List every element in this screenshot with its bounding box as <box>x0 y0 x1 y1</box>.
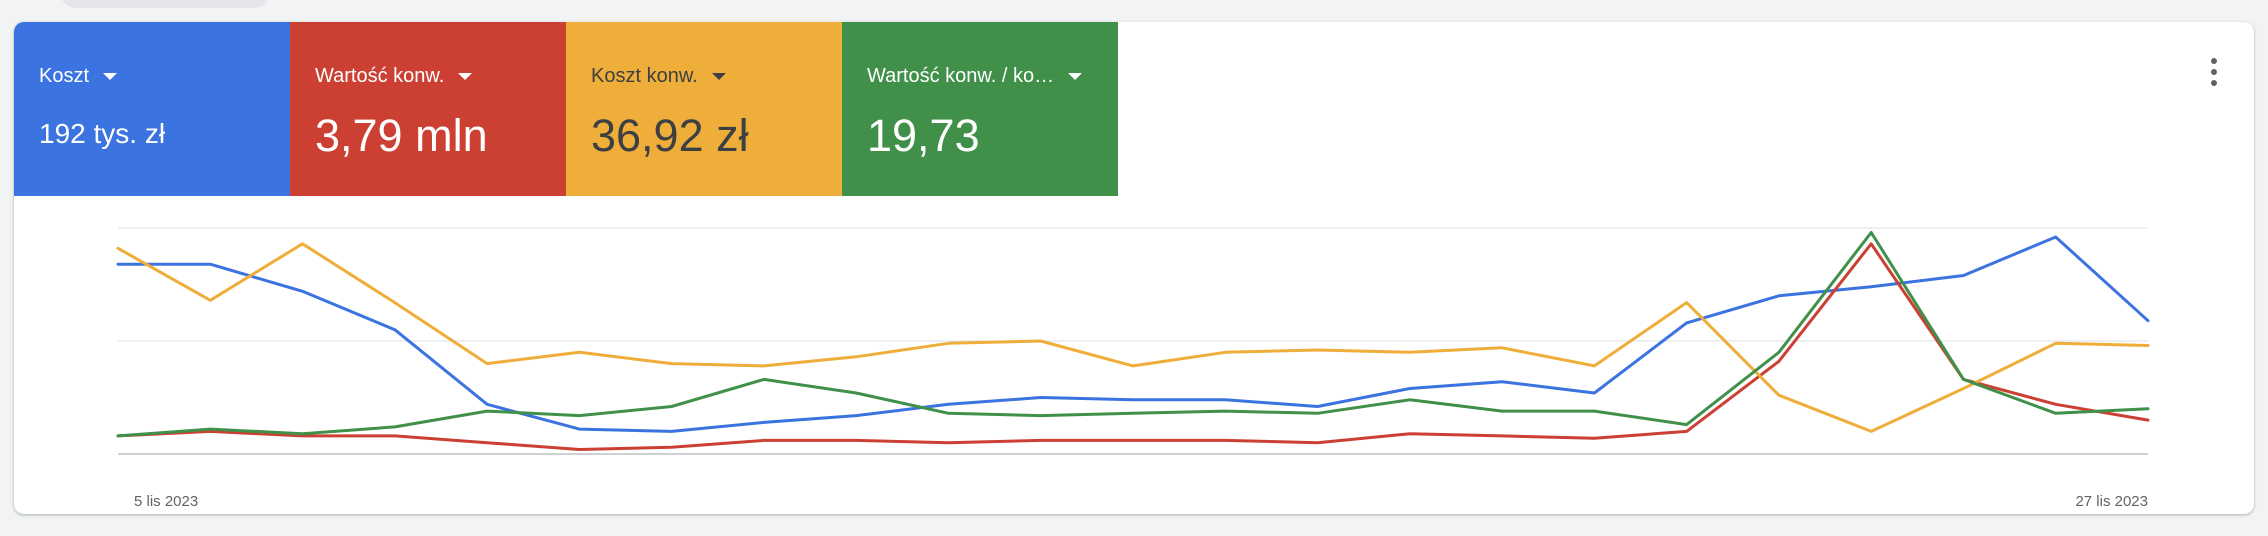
performance-card: Koszt 192 tys. zł Wartość konw. 3,79 mln… <box>14 22 2254 514</box>
x-tick-label-end: 27 lis 2023 <box>2075 493 2148 510</box>
series-line-wartość-konw- <box>116 242 2150 451</box>
series-line-wartość-konw-koszt <box>116 231 2150 438</box>
tab-edge <box>60 0 270 8</box>
series-line-koszt-konw- <box>116 242 2150 433</box>
x-tick-label-start: 5 lis 2023 <box>134 493 198 510</box>
performance-line-chart: 5 lis 2023 27 lis 2023 <box>116 227 2150 510</box>
